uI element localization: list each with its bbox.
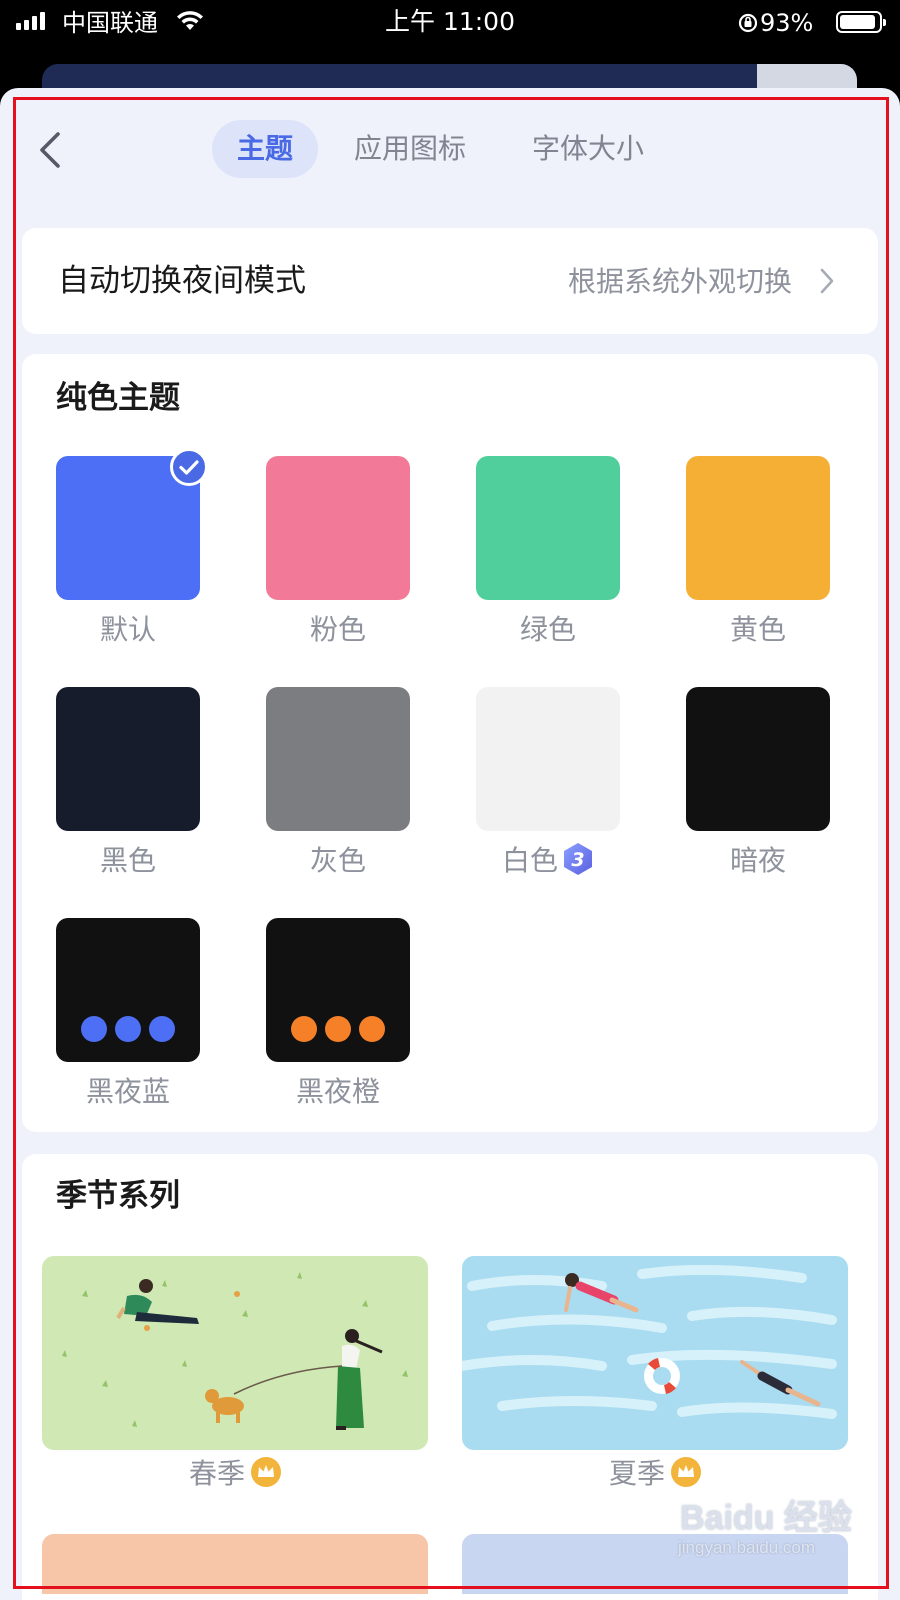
theme-swatch-white[interactable] — [476, 687, 620, 831]
chevron-left-icon — [40, 132, 60, 168]
theme-spring-label: 春季 — [42, 1456, 428, 1492]
theme-label: 黑色 — [99, 844, 156, 877]
theme-autumn-thumbnail-peek[interactable] — [42, 1534, 428, 1594]
rotation-lock-icon — [738, 10, 758, 38]
theme-swatch-pink[interactable] — [266, 456, 410, 600]
theme-swatch-yellow[interactable] — [686, 456, 830, 600]
theme-swatch-night-blue[interactable] — [56, 918, 200, 1062]
theme-swatch-night-orange[interactable] — [266, 918, 410, 1062]
watermark: Baidu 经验 jingyan.baidu.com — [672, 1488, 872, 1572]
spring-illustration — [62, 1272, 408, 1430]
section-title-season: 季节系列 — [56, 1178, 180, 1214]
season-label-text: 夏季 — [608, 1457, 665, 1490]
selected-check-icon — [170, 448, 208, 486]
tab-theme[interactable]: 主题 — [212, 120, 318, 178]
theme-label-text: 白色 — [501, 844, 558, 877]
color-dots — [56, 1016, 200, 1042]
crown-icon — [671, 1457, 701, 1487]
theme-label: 默认 — [99, 613, 156, 646]
theme-label: 灰色 — [309, 844, 366, 877]
theme-label: 绿色 — [519, 613, 576, 646]
level-badge: 3 — [562, 842, 594, 876]
theme-label: 黄色 — [729, 613, 786, 646]
season-label-text: 春季 — [188, 1457, 245, 1490]
tab-font-size[interactable]: 字体大小 — [518, 120, 658, 178]
theme-label-white: 白色 3 — [453, 843, 643, 879]
auto-night-mode-label: 自动切换夜间模式 — [58, 263, 306, 299]
color-dots — [266, 1016, 410, 1042]
back-button[interactable] — [30, 126, 70, 174]
status-bar: 中国联通 上午 11:00 93% — [0, 0, 900, 46]
tab-app-icon[interactable]: 应用图标 — [340, 120, 480, 178]
theme-label: 黑夜蓝 — [85, 1075, 170, 1108]
theme-swatch-black[interactable] — [56, 687, 200, 831]
theme-summer-label: 夏季 — [462, 1456, 848, 1492]
theme-label: 暗夜 — [729, 844, 786, 877]
theme-swatch-gray[interactable] — [266, 687, 410, 831]
theme-label: 粉色 — [309, 613, 366, 646]
theme-settings-sheet: 主题 应用图标 字体大小 自动切换夜间模式 根据系统外观切换 纯色主题 默认 粉… — [0, 88, 900, 1600]
auto-night-mode-value: 根据系统外观切换 — [567, 265, 792, 298]
chevron-right-icon — [820, 268, 834, 294]
section-title-solid: 纯色主题 — [56, 380, 180, 416]
watermark-sub: jingyan.baidu.com — [678, 1538, 816, 1557]
crown-icon — [251, 1457, 281, 1487]
theme-swatch-night[interactable] — [686, 687, 830, 831]
auto-night-mode-row[interactable]: 自动切换夜间模式 根据系统外观切换 — [22, 228, 878, 334]
watermark-main: Baidu 经验 — [680, 1499, 852, 1537]
theme-swatch-default[interactable] — [56, 448, 208, 600]
theme-swatch-green[interactable] — [476, 456, 620, 600]
theme-summer-thumbnail[interactable] — [462, 1256, 848, 1450]
solid-themes-section: 纯色主题 默认 粉色 绿色 黄色 黑色 灰色 白色 3 暗夜 黑夜蓝 黑夜橙 — [22, 354, 878, 1132]
theme-spring-thumbnail[interactable] — [42, 1256, 428, 1450]
battery-icon — [836, 11, 886, 33]
level-badge-number: 3 — [571, 849, 584, 871]
battery-percent: 93% — [760, 9, 814, 37]
summer-illustration — [462, 1264, 837, 1419]
theme-label: 黑夜橙 — [295, 1075, 380, 1108]
